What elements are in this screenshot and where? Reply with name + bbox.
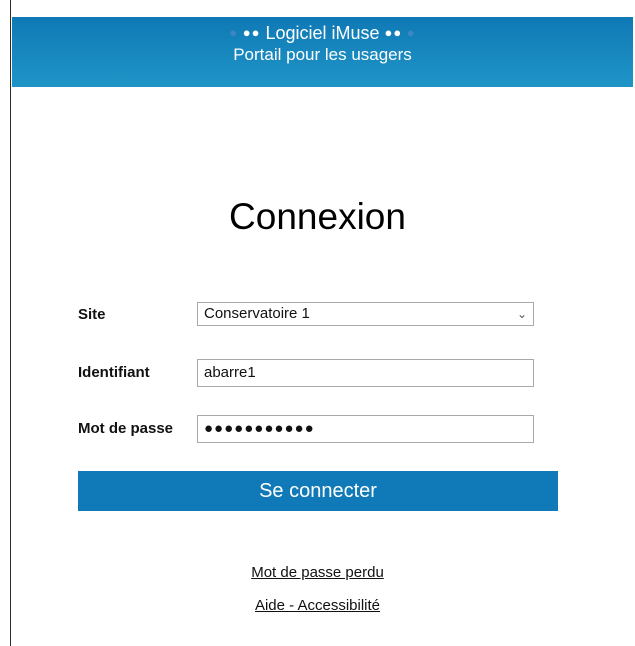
chevron-down-icon: ⌄	[516, 307, 527, 321]
password-label: Mot de passe	[78, 420, 174, 437]
page-title: Connexion	[229, 196, 406, 237]
app-subtitle: Portail pour les usagers	[233, 45, 412, 64]
password-masked-value: ●●●●●●●●●●●	[204, 420, 315, 437]
decorative-dots-left: ● ●●	[229, 25, 261, 40]
decorative-dots-right: ●● ●	[384, 25, 416, 40]
site-select-value: Conservatoire 1	[204, 305, 310, 322]
help-accessibility-link[interactable]: Aide - Accessibilité	[0, 597, 635, 614]
header-banner: ● ●● Logiciel iMuse ●● ● Portail pour le…	[12, 17, 633, 87]
site-label: Site	[78, 306, 106, 323]
app-title: Logiciel iMuse	[265, 23, 380, 43]
site-select[interactable]: Conservatoire 1 ⌄	[197, 302, 534, 326]
forgot-password-link[interactable]: Mot de passe perdu	[0, 564, 635, 581]
username-value: abarre1	[204, 364, 256, 381]
username-input[interactable]: abarre1	[197, 359, 534, 387]
login-button[interactable]: Se connecter	[78, 471, 558, 511]
username-label: Identifiant	[78, 364, 150, 381]
header-title-row: ● ●● Logiciel iMuse ●● ●	[12, 23, 633, 43]
password-input[interactable]: ●●●●●●●●●●●	[197, 415, 534, 443]
